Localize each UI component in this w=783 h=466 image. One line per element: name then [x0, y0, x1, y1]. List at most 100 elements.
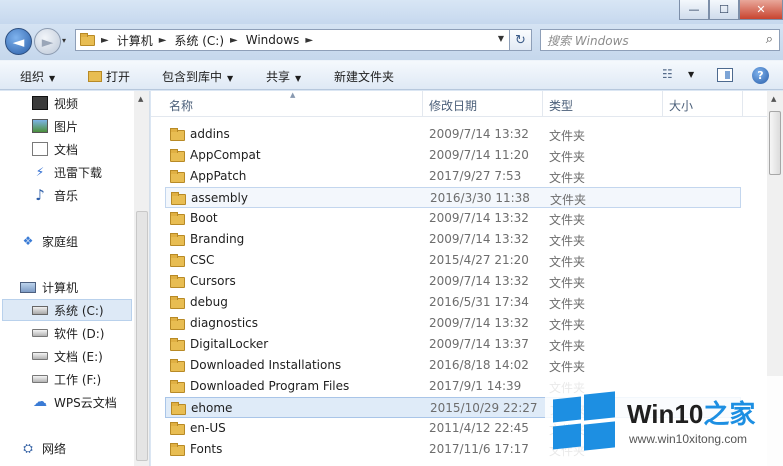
nav-item-pictures[interactable]: 图片 [32, 115, 149, 137]
watermark-url: www.win10xitong.com [629, 432, 748, 446]
open-button[interactable]: 打开 [88, 68, 130, 85]
column-header-date[interactable]: 修改日期 [429, 97, 477, 114]
nav-item-thunder-downloads[interactable]: ⚡ 迅雷下载 [32, 161, 149, 183]
breadcrumb-separator[interactable]: ► [159, 35, 167, 46]
folder-icon [170, 422, 185, 435]
chevron-down-icon[interactable]: ▼ [688, 70, 694, 79]
column-header-row: ▲ 名称 修改日期 类型 大小 [151, 91, 767, 117]
column-header-name[interactable]: 名称 [169, 97, 193, 114]
file-row[interactable]: AppPatch 2017/9/27 7:53 文件夹 [165, 166, 741, 187]
file-list-scrollbar-thumb[interactable] [769, 111, 781, 175]
close-button[interactable]: ✕ [739, 0, 783, 20]
file-name: Fonts [190, 442, 223, 456]
file-name: debug [190, 295, 228, 309]
network-icon: ⛭ [23, 441, 33, 455]
search-input[interactable]: 搜索 Windows ⌕ [540, 29, 780, 51]
nav-item-music[interactable]: ♪ 音乐 [32, 184, 149, 206]
breadcrumb-computer[interactable]: 计算机 [117, 32, 153, 49]
file-row[interactable]: addins 2009/7/14 13:32 文件夹 [165, 124, 741, 145]
help-icon[interactable]: ? [752, 67, 769, 84]
nav-item-drive-d[interactable]: 软件 (D:) [32, 322, 149, 344]
share-button[interactable]: 共享 ▼ [266, 68, 301, 85]
file-row[interactable]: CSC 2015/4/27 21:20 文件夹 [165, 250, 741, 271]
preview-pane-icon[interactable] [717, 68, 733, 82]
new-folder-button[interactable]: 新建文件夹 [334, 68, 394, 85]
watermark-brand: Win10之家 [627, 394, 755, 431]
back-button[interactable]: ◄ [5, 28, 32, 55]
file-row[interactable]: Downloaded Installations 2016/8/18 14:02 文… [165, 355, 741, 376]
refresh-button[interactable]: ↻ [510, 29, 532, 51]
file-modified-date: 2017/11/6 17:17 [429, 442, 529, 456]
windows-logo-icon [553, 391, 617, 452]
view-options-icon[interactable]: ☷ [662, 67, 673, 81]
file-row[interactable]: Boot 2009/7/14 13:32 文件夹 [165, 208, 741, 229]
file-type: 文件夹 [549, 234, 586, 248]
file-name: Boot [190, 211, 218, 225]
file-name: ehome [191, 401, 233, 415]
column-divider[interactable] [422, 91, 423, 117]
file-type: 文件夹 [549, 276, 586, 290]
include-in-library-label: 包含到库中 [162, 70, 223, 84]
breadcrumb-separator[interactable]: ► [305, 35, 313, 46]
nav-item-label: 文档 [54, 142, 79, 157]
folder-icon [171, 402, 186, 415]
forward-button[interactable]: ► [34, 28, 61, 55]
file-row[interactable]: Branding 2009/7/14 13:32 文件夹 [165, 229, 741, 250]
file-modified-date: 2017/9/27 7:53 [429, 169, 522, 183]
nav-item-drive-f[interactable]: 工作 (F:) [32, 368, 149, 390]
sort-ascending-icon: ▲ [290, 91, 296, 99]
breadcrumb-drive-c[interactable]: 系统 (C:) [174, 32, 224, 49]
column-divider[interactable] [542, 91, 543, 117]
file-type: 文件夹 [550, 193, 587, 207]
nav-item-wps-cloud[interactable]: ☁ WPS云文档 [32, 391, 149, 413]
computer-icon [20, 281, 36, 293]
nav-item-drive-c[interactable]: 系统 (C:) [2, 299, 132, 321]
search-icon[interactable]: ⌕ [766, 32, 773, 47]
nav-item-videos[interactable]: 视频 [32, 92, 149, 114]
nav-item-computer[interactable]: 计算机 [20, 276, 149, 298]
nav-item-documents[interactable]: 文档 [32, 138, 149, 160]
nav-item-label: 音乐 [54, 188, 79, 203]
file-name: CSC [190, 253, 215, 267]
file-modified-date: 2009/7/14 11:20 [429, 148, 529, 162]
include-in-library-button[interactable]: 包含到库中 ▼ [162, 68, 233, 85]
column-header-type[interactable]: 类型 [549, 97, 573, 114]
file-modified-date: 2016/8/18 14:02 [429, 358, 529, 372]
scroll-up-icon[interactable]: ▲ [771, 95, 776, 103]
address-bar[interactable]: ► 计算机 ► 系统 (C:) ► Windows ► ▼ [75, 29, 510, 51]
music-icon: ♪ [35, 186, 45, 204]
nav-item-drive-e[interactable]: 文档 (E:) [32, 345, 149, 367]
file-row[interactable]: AppCompat 2009/7/14 11:20 文件夹 [165, 145, 741, 166]
nav-item-label: 视频 [54, 96, 79, 111]
nav-item-homegroup[interactable]: ❖ 家庭组 [20, 230, 149, 252]
folder-icon [170, 275, 185, 288]
file-row[interactable]: assembly 2016/3/30 11:38 文件夹 [165, 187, 741, 208]
maximize-button[interactable]: ☐ [709, 0, 739, 20]
scroll-up-icon[interactable]: ▲ [138, 95, 143, 103]
file-row[interactable]: debug 2016/5/31 17:34 文件夹 [165, 292, 741, 313]
open-label: 打开 [106, 70, 131, 84]
organize-button[interactable]: 组织 ▼ [20, 68, 55, 85]
minimize-button[interactable]: — [679, 0, 709, 20]
file-name: assembly [191, 191, 248, 205]
file-type: 文件夹 [549, 171, 586, 185]
column-divider[interactable] [742, 91, 743, 117]
file-modified-date: 2009/7/14 13:37 [429, 337, 529, 351]
breadcrumb-separator[interactable]: ► [101, 35, 109, 46]
file-row[interactable]: DigitalLocker 2009/7/14 13:37 文件夹 [165, 334, 741, 355]
folder-icon [171, 192, 186, 205]
file-modified-date: 2009/7/14 13:32 [429, 232, 529, 246]
address-dropdown-button[interactable]: ▼ [498, 34, 504, 43]
nav-item-label: 迅雷下载 [54, 165, 103, 180]
recent-pages-button[interactable]: ▾ [62, 36, 66, 45]
breadcrumb-windows[interactable]: Windows [246, 33, 300, 47]
breadcrumb-separator[interactable]: ► [230, 35, 238, 46]
nav-item-network[interactable]: ⛭ 网络 [20, 437, 149, 459]
file-row[interactable]: diagnostics 2009/7/14 13:32 文件夹 [165, 313, 741, 334]
folder-icon [170, 128, 185, 141]
column-divider[interactable] [662, 91, 663, 117]
nav-scrollbar-thumb[interactable] [136, 211, 148, 461]
file-modified-date: 2015/4/27 21:20 [429, 253, 529, 267]
file-row[interactable]: Cursors 2009/7/14 13:32 文件夹 [165, 271, 741, 292]
column-header-size[interactable]: 大小 [669, 97, 693, 114]
